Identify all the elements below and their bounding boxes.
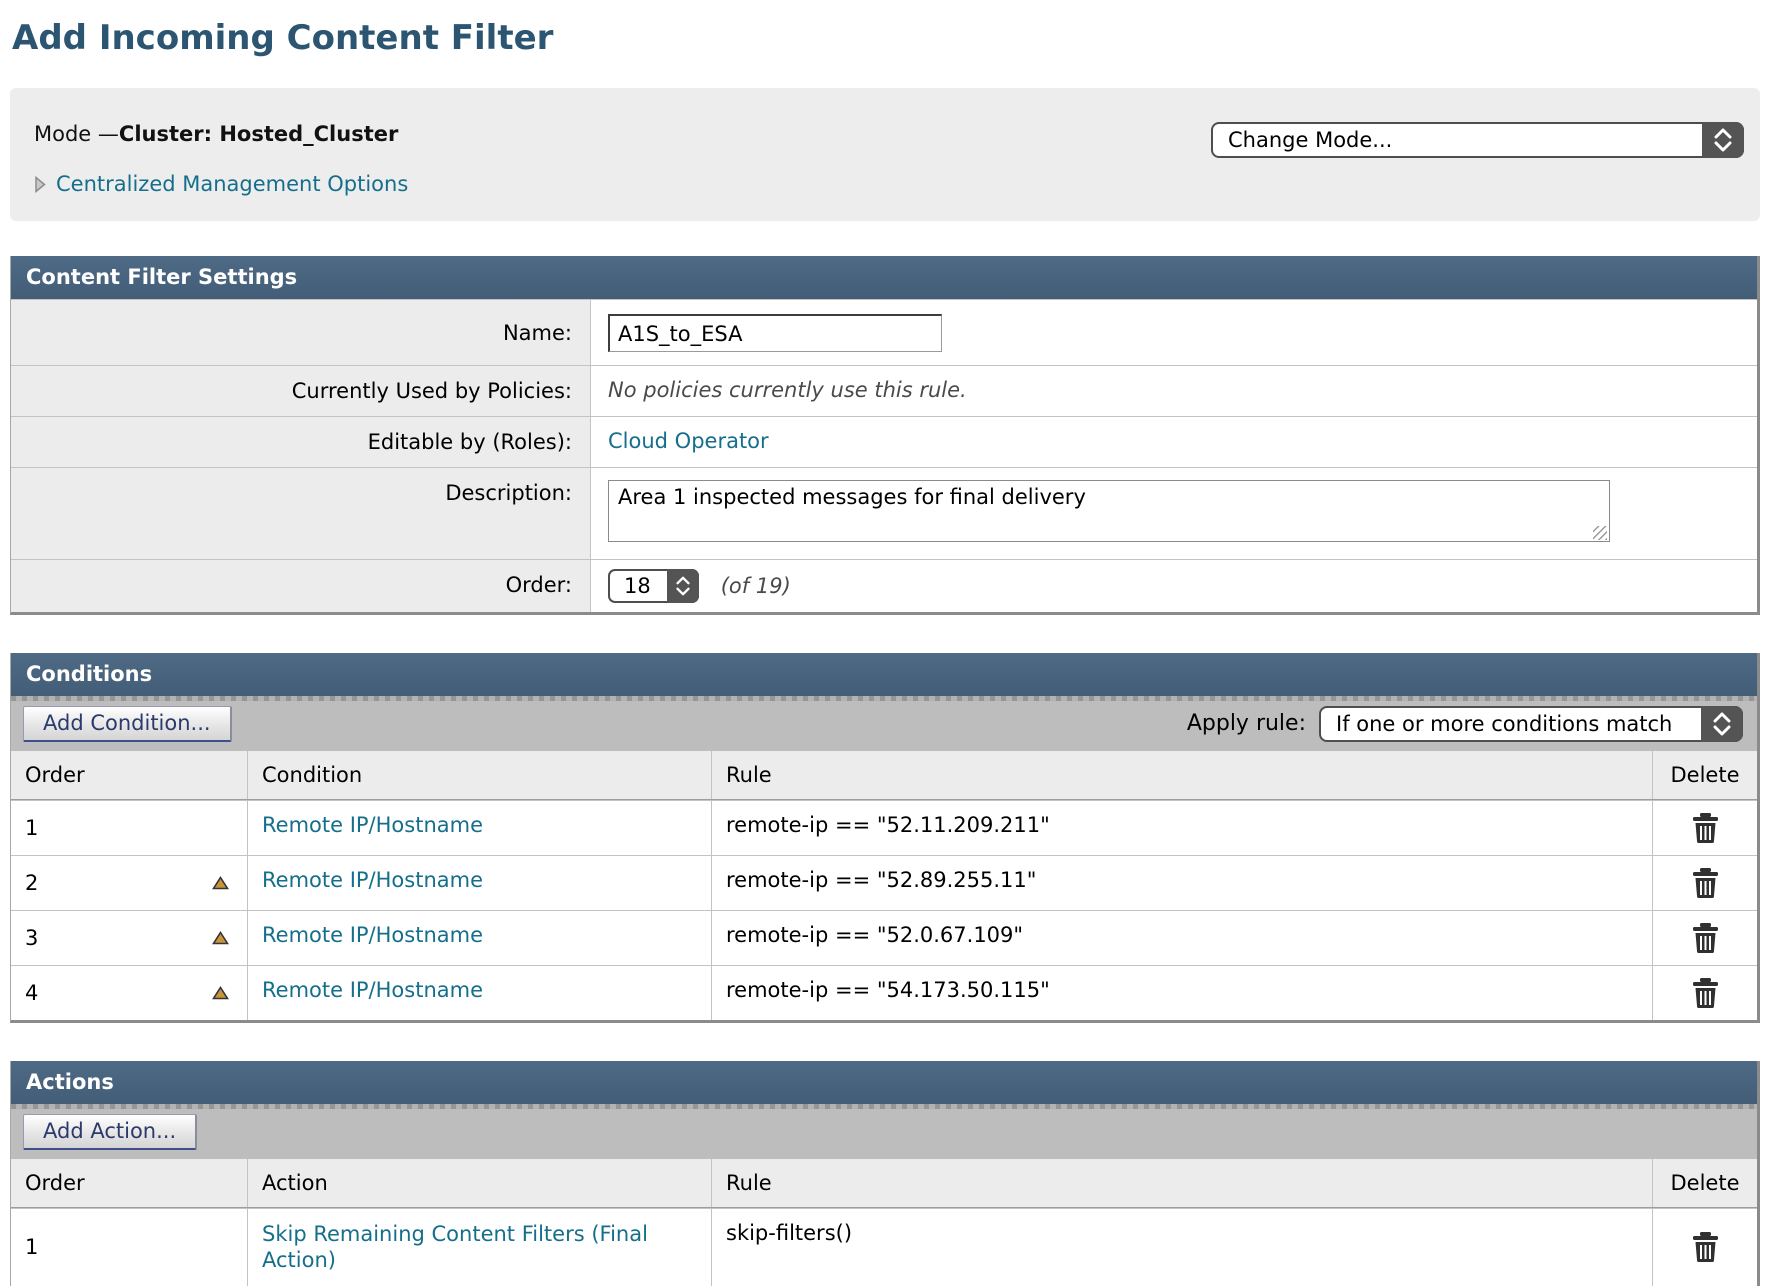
delete-condition-button[interactable] <box>1692 923 1719 953</box>
order-label: Order: <box>11 560 591 612</box>
change-mode-select[interactable]: Change Mode... <box>1211 122 1744 158</box>
page: Add Incoming Content Filter Mode —Cluste… <box>0 0 1770 1286</box>
move-up-triangle-icon <box>212 986 229 1000</box>
condition-row: 4 Remote IP/Hostname remote-ip == "54.17… <box>11 965 1757 1020</box>
delete-action-button[interactable] <box>1692 1232 1719 1262</box>
delete-condition-button[interactable] <box>1692 813 1719 843</box>
settings-row-name: Name: <box>11 299 1757 365</box>
mode-label: Mode — <box>34 122 119 146</box>
settings-row-editable: Editable by (Roles): Cloud Operator <box>11 416 1757 467</box>
col-delete: Delete <box>1653 1159 1757 1207</box>
condition-link[interactable]: Remote IP/Hostname <box>262 978 483 1002</box>
add-action-button[interactable]: Add Action... <box>23 1114 197 1150</box>
chevron-up-down-icon <box>1702 122 1744 158</box>
change-mode-select-value: Change Mode... <box>1228 128 1392 152</box>
action-link[interactable]: Skip Remaining Content Filters (Final Ac… <box>262 1221 662 1274</box>
delete-condition-button[interactable] <box>1692 978 1719 1008</box>
trash-icon <box>1692 1232 1719 1262</box>
settings-row-policies: Currently Used by Policies: No policies … <box>11 365 1757 416</box>
condition-rule: remote-ip == "52.89.255.11" <box>712 856 1653 910</box>
condition-link[interactable]: Remote IP/Hostname <box>262 813 483 837</box>
order-select-value: 18 <box>624 574 651 598</box>
centralized-management-row: Centralized Management Options <box>34 172 1736 196</box>
trash-icon <box>1692 868 1719 898</box>
action-rule: skip-filters() <box>712 1209 1653 1286</box>
chevron-up-down-icon <box>667 569 699 603</box>
editable-label: Editable by (Roles): <box>11 417 591 467</box>
col-condition: Condition <box>248 751 712 799</box>
move-up-button[interactable] <box>208 986 233 1000</box>
page-title: Add Incoming Content Filter <box>12 18 1760 58</box>
action-row: 1 Skip Remaining Content Filters (Final … <box>11 1208 1757 1286</box>
condition-order: 2 <box>25 871 38 895</box>
condition-link[interactable]: Remote IP/Hostname <box>262 868 483 892</box>
conditions-table-header: Order Condition Rule Delete <box>11 751 1757 800</box>
description-textarea[interactable]: Area 1 inspected messages for final deli… <box>608 480 1610 542</box>
col-delete: Delete <box>1653 751 1757 799</box>
col-rule: Rule <box>712 751 1653 799</box>
col-order: Order <box>11 751 248 799</box>
apply-rule-label: Apply rule: <box>1187 711 1306 736</box>
col-action: Action <box>248 1159 712 1207</box>
apply-rule-select[interactable]: If one or more conditions match <box>1319 706 1743 742</box>
actions-panel-header: Actions <box>11 1061 1757 1104</box>
settings-panel-header: Content Filter Settings <box>11 256 1757 299</box>
col-order: Order <box>11 1159 248 1207</box>
condition-row: 2 Remote IP/Hostname remote-ip == "52.89… <box>11 855 1757 910</box>
conditions-panel-header: Conditions <box>11 653 1757 696</box>
actions-table-header: Order Action Rule Delete <box>11 1159 1757 1208</box>
centralized-management-link[interactable]: Centralized Management Options <box>56 172 408 196</box>
policies-label: Currently Used by Policies: <box>11 366 591 416</box>
trash-icon <box>1692 923 1719 953</box>
condition-rule: remote-ip == "52.0.67.109" <box>712 911 1653 965</box>
policies-value: No policies currently use this rule. <box>591 366 1757 416</box>
condition-rule: remote-ip == "54.173.50.115" <box>712 966 1653 1020</box>
condition-order: 3 <box>25 926 38 950</box>
resize-grip-icon[interactable] <box>1593 526 1607 540</box>
move-up-button[interactable] <box>208 931 233 945</box>
condition-link[interactable]: Remote IP/Hostname <box>262 923 483 947</box>
mode-value: Cluster: Hosted_Cluster <box>119 122 398 146</box>
mode-panel: Mode —Cluster: Hosted_Cluster Change Mod… <box>10 88 1760 221</box>
trash-icon <box>1692 813 1719 843</box>
settings-row-description: Description: Area 1 inspected messages f… <box>11 467 1757 559</box>
move-up-button[interactable] <box>208 876 233 890</box>
trash-icon <box>1692 978 1719 1008</box>
action-order: 1 <box>25 1235 38 1259</box>
move-up-triangle-icon <box>212 876 229 890</box>
editable-roles-link[interactable]: Cloud Operator <box>608 429 769 453</box>
description-label: Description: <box>11 468 591 559</box>
disclosure-triangle-icon[interactable] <box>34 176 46 193</box>
name-label: Name: <box>11 300 591 365</box>
content-filter-settings-panel: Content Filter Settings Name: Currently … <box>10 256 1760 615</box>
name-input[interactable] <box>608 314 942 352</box>
actions-toolbar: Add Action... <box>11 1104 1757 1159</box>
apply-rule-select-value: If one or more conditions match <box>1336 712 1672 736</box>
condition-row: 1 Remote IP/Hostname remote-ip == "52.11… <box>11 800 1757 855</box>
conditions-toolbar: Add Condition... Apply rule: If one or m… <box>11 696 1757 751</box>
condition-order: 1 <box>25 816 38 840</box>
add-condition-button[interactable]: Add Condition... <box>23 706 232 742</box>
chevron-up-down-icon <box>1701 706 1743 742</box>
move-up-triangle-icon <box>212 931 229 945</box>
col-rule: Rule <box>712 1159 1653 1207</box>
condition-order: 4 <box>25 981 38 1005</box>
condition-rule: remote-ip == "52.11.209.211" <box>712 801 1653 855</box>
order-of-note: (of 19) <box>721 574 791 598</box>
actions-panel: Actions Add Action... Order Action Rule … <box>10 1061 1760 1286</box>
settings-row-order: Order: 18 (of 19) <box>11 559 1757 612</box>
conditions-panel: Conditions Add Condition... Apply rule: … <box>10 653 1760 1023</box>
delete-condition-button[interactable] <box>1692 868 1719 898</box>
condition-row: 3 Remote IP/Hostname remote-ip == "52.0.… <box>11 910 1757 965</box>
order-select[interactable]: 18 <box>608 569 699 603</box>
